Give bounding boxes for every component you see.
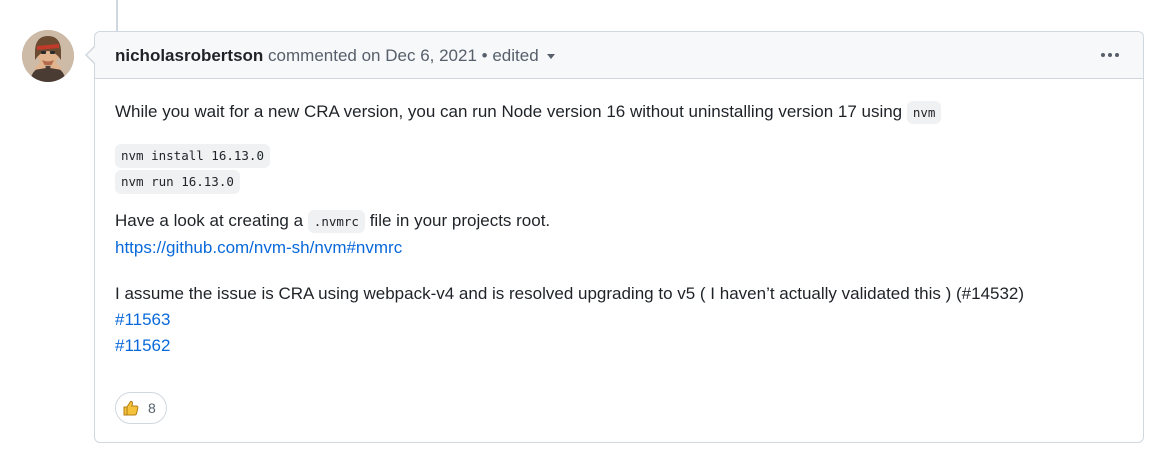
issue-link-11563[interactable]: #11563 [115,310,170,329]
inline-code: nvm [906,101,942,124]
comment-caret-fill [87,47,95,63]
comment-box: nicholasrobertson commented on Dec 6, 20… [94,31,1144,443]
reaction-count: 8 [148,400,156,416]
comment-header: nicholasrobertson commented on Dec 6, 20… [95,32,1143,79]
author-link[interactable]: nicholasrobertson [115,46,263,65]
edited-dropdown[interactable]: edited [492,46,555,65]
paragraph-1: While you wait for a new CRA version, yo… [115,99,1115,126]
reaction-thumbs-up-button[interactable]: 8 [115,392,167,424]
avatar[interactable] [22,30,74,82]
edited-label: edited [492,46,539,65]
comment-meta: nicholasrobertson commented on Dec 6, 20… [115,46,555,66]
comment-body: While you wait for a new CRA version, yo… [115,91,1115,359]
paragraph-1-text: While you wait for a new CRA version, yo… [115,102,903,121]
dot [1101,53,1105,57]
dot [1108,53,1112,57]
thumbs-up-icon [123,400,139,416]
avatar-image [22,30,74,82]
chevron-down-icon [546,54,555,60]
paragraph-2: Have a look at creating a .nvmrc file in… [115,208,1115,261]
code-line: nvm install 16.13.0 [115,144,270,168]
paragraph-2-text-after: file in your projects root. [369,211,551,230]
comment-date[interactable]: Dec 6, 2021 [385,46,477,65]
nvmrc-link[interactable]: https://github.com/nvm-sh/nvm#nvmrc [115,238,402,257]
code-block: nvm install 16.13.0 nvm run 16.13.0 [115,142,1115,194]
separator: • [481,46,488,65]
paragraph-3-text: I assume the issue is CRA using webpack-… [115,284,1025,303]
code-line: nvm run 16.13.0 [115,170,240,194]
paragraph-3: I assume the issue is CRA using webpack-… [115,281,1115,359]
inline-code: .nvmrc [307,210,365,233]
issue-link-11562[interactable]: #11562 [115,336,170,355]
timeline-line [116,0,118,31]
paragraph-2-text: Have a look at creating a [115,211,304,230]
kebab-menu-icon[interactable] [1101,53,1119,57]
comment-action: commented on [268,46,381,65]
dot [1115,53,1119,57]
